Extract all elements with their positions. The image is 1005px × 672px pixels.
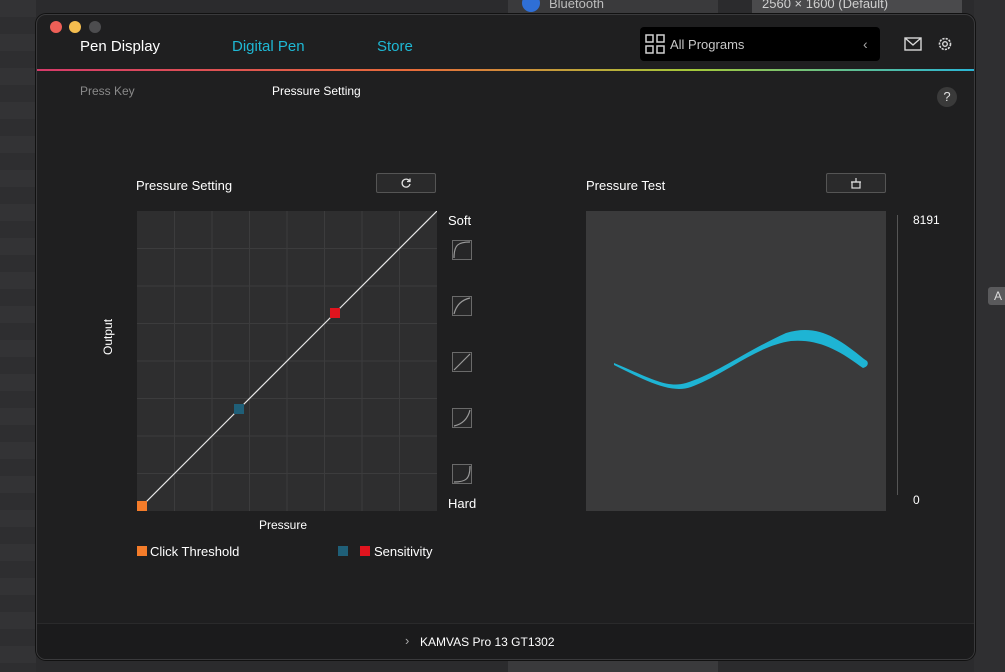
click-threshold-legend-label: Click Threshold <box>150 544 240 559</box>
header-accent-line <box>37 69 974 71</box>
help-button[interactable]: ? <box>937 87 957 107</box>
tab-store[interactable]: Store <box>377 38 413 55</box>
background-desktop-left <box>0 0 36 672</box>
background-advanced-button: A <box>988 287 1005 305</box>
pressure-scale-max: 8191 <box>913 213 940 227</box>
pressure-axis-label: Pressure <box>259 518 308 532</box>
pressure-scale-bar <box>897 215 898 495</box>
gear-icon[interactable] <box>936 35 954 53</box>
pressure-curve-chart[interactable] <box>136 210 438 512</box>
preset-curve-medium-hard[interactable] <box>452 408 472 428</box>
hard-label: Hard <box>448 496 477 511</box>
chevron-right-icon[interactable]: › <box>405 633 409 648</box>
reset-curve-button[interactable] <box>376 173 436 193</box>
resolution-label: 2560 × 1600 (Default) <box>762 0 889 11</box>
zoom-window-button[interactable] <box>89 21 101 33</box>
bluetooth-icon <box>522 0 540 12</box>
curve-medium-soft-icon <box>453 297 471 315</box>
advanced-label: A <box>994 289 1003 303</box>
pressure-test-canvas[interactable] <box>586 211 886 511</box>
sensitivity-legend-label: Sensitivity <box>374 544 433 559</box>
tab-pen-display[interactable]: Pen Display <box>80 38 160 55</box>
close-window-button[interactable] <box>50 21 62 33</box>
preset-curve-hard[interactable] <box>452 464 472 484</box>
background-resolution-item: 2560 × 1600 (Default) <box>752 0 962 14</box>
pressure-test-title: Pressure Test <box>586 178 666 193</box>
sensitivity-high-legend-swatch <box>360 546 370 556</box>
subtab-pressure-setting[interactable]: Pressure Setting <box>272 84 361 98</box>
sensitivity-low-handle[interactable] <box>234 404 244 414</box>
background-bluetooth-item: Bluetooth <box>508 0 718 14</box>
pen-display-window: Pen Display Digital Pen Store All Progra… <box>36 14 975 660</box>
program-selector-label: All Programs <box>670 37 745 52</box>
subtab-press-key[interactable]: Press Key <box>80 84 135 98</box>
click-threshold-handle[interactable] <box>137 501 147 511</box>
curve-medium-hard-icon <box>453 409 471 427</box>
soft-label: Soft <box>448 213 472 228</box>
background-bottom-item <box>508 660 718 672</box>
refresh-icon <box>401 178 411 188</box>
device-name-button[interactable]: KAMVAS Pro 13 GT1302 <box>420 635 555 649</box>
bluetooth-label: Bluetooth <box>549 0 604 11</box>
output-axis-label: Output <box>101 318 115 355</box>
programs-grid-icon <box>645 34 665 54</box>
minimize-window-button[interactable] <box>69 21 81 33</box>
eraser-icon <box>851 178 861 189</box>
pressure-setting-title: Pressure Setting <box>136 178 233 193</box>
pressure-curve-svg[interactable] <box>136 210 438 512</box>
mail-icon[interactable] <box>904 37 922 51</box>
background-desktop-right <box>974 0 1005 672</box>
click-threshold-legend-swatch <box>137 546 147 556</box>
pressure-scale-min: 0 <box>913 493 920 507</box>
preset-curve-linear[interactable] <box>452 352 472 372</box>
curve-soft-icon <box>453 241 471 259</box>
curve-hard-icon <box>453 465 471 483</box>
curve-linear-icon <box>453 353 471 371</box>
preset-curve-medium-soft[interactable] <box>452 296 472 316</box>
program-selector[interactable]: All Programs ‹ <box>640 27 880 61</box>
preset-curve-soft[interactable] <box>452 240 472 260</box>
tab-digital-pen[interactable]: Digital Pen <box>232 38 305 55</box>
sensitivity-high-handle[interactable] <box>330 308 340 318</box>
device-footer: › KAMVAS Pro 13 GT1302 <box>37 623 974 659</box>
pressure-test-stroke <box>614 330 868 389</box>
sensitivity-low-legend-swatch <box>338 546 348 556</box>
clear-test-button[interactable] <box>826 173 886 193</box>
chevron-left-icon: ‹ <box>863 36 868 52</box>
